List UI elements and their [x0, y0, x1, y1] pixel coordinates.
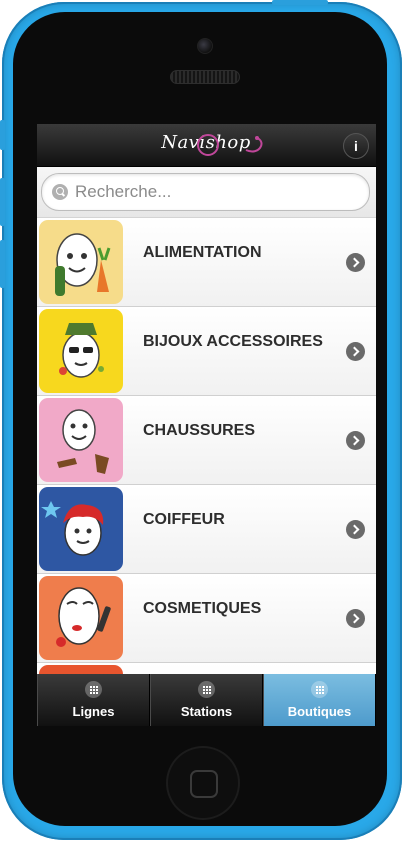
search-input[interactable]: Recherche...: [41, 173, 370, 211]
tab-bar: Lignes Stations Boutiques: [37, 674, 376, 726]
search-placeholder: Recherche...: [75, 182, 172, 201]
category-item-cosmetiques[interactable]: COSMETIQUES: [37, 574, 376, 663]
app-screen: Navishop i Recherche... ALIMENTATION BIJ…: [37, 124, 376, 726]
chevron-right-icon: [346, 609, 365, 628]
chaussures-thumbnail: [39, 398, 123, 482]
chevron-right-icon: [346, 520, 365, 539]
tab-boutiques[interactable]: Boutiques: [263, 674, 376, 726]
tab-label: Lignes: [72, 704, 115, 719]
tab-label: Stations: [180, 704, 233, 719]
coiffeur-thumbnail: [39, 487, 123, 571]
category-label: ALIMENTATION: [143, 244, 262, 261]
category-label: COSMETIQUES: [143, 600, 262, 617]
chevron-right-icon: [346, 342, 365, 361]
category-item-coiffeur[interactable]: COIFFEUR: [37, 485, 376, 574]
home-square-icon: [190, 770, 218, 798]
alimentation-thumbnail: [39, 220, 123, 304]
home-button[interactable]: [166, 746, 240, 820]
category-label: BIJOUX ACCESSOIRES: [143, 333, 323, 350]
tab-label: Boutiques: [287, 704, 352, 719]
volume-down-button: [0, 240, 5, 288]
category-item-bijoux-accessoires[interactable]: BIJOUX ACCESSOIRES: [37, 307, 376, 396]
grid-icon: [310, 681, 328, 698]
grid-icon: [197, 681, 215, 698]
tab-lignes[interactable]: Lignes: [37, 674, 150, 726]
category-label: COIFFEUR: [143, 511, 225, 528]
bijoux-thumbnail: [39, 309, 123, 393]
chevron-right-icon: [346, 431, 365, 450]
search-bar: Recherche...: [37, 167, 376, 218]
category-list: ALIMENTATION BIJOUX ACCESSOIRES CHAUSSUR…: [37, 218, 376, 674]
category-item-alimentation[interactable]: ALIMENTATION: [37, 218, 376, 307]
volume-up-button: [0, 178, 5, 226]
category-label: CHAUSSURES: [143, 422, 256, 439]
partial-thumbnail: [39, 665, 123, 674]
tab-stations[interactable]: Stations: [150, 674, 263, 726]
mute-switch: [0, 120, 5, 150]
power-button: [272, 0, 328, 5]
chevron-right-icon: [346, 253, 365, 272]
earpiece-speaker: [170, 70, 240, 84]
category-item-chaussures[interactable]: CHAUSSURES: [37, 396, 376, 485]
info-button[interactable]: i: [343, 133, 369, 159]
grid-icon: [84, 681, 102, 698]
search-icon: [52, 184, 68, 200]
app-header: Navishop i: [37, 124, 376, 167]
cosmetiques-thumbnail: [39, 576, 123, 660]
navishop-logo: Navishop: [141, 132, 271, 160]
category-item-partial[interactable]: [37, 663, 376, 674]
front-camera: [197, 38, 213, 54]
